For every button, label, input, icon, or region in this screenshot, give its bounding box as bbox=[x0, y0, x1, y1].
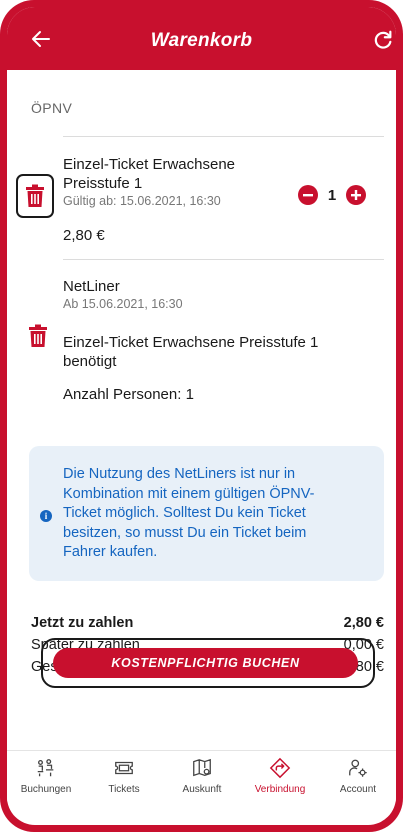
trash-icon bbox=[26, 184, 44, 207]
bookings-icon bbox=[37, 759, 54, 777]
page-title: Warenkorb bbox=[150, 30, 253, 51]
item1-price: 2,80 € bbox=[63, 227, 105, 244]
item2-date: Ab 15.06.2021, 16:30 bbox=[63, 297, 183, 311]
total-now-row: Jetzt zu zahlen 2,80 € bbox=[31, 615, 384, 637]
info-line: besitzen, so musst Du ein Ticket beim bbox=[63, 524, 307, 541]
info-line: Ticket möglich. Solltest Du kein Ticket bbox=[63, 505, 306, 521]
quantity-stepper: 1 bbox=[298, 185, 366, 205]
tab-buchungen[interactable]: Buchungen bbox=[7, 751, 85, 803]
app-header: Warenkorb bbox=[7, 7, 396, 70]
total-now-value: 2,80 € bbox=[343, 615, 384, 631]
total-now-label: Jetzt zu zahlen bbox=[31, 615, 134, 631]
refresh-icon[interactable] bbox=[372, 29, 394, 51]
info-line: Fahrer kaufen. bbox=[63, 544, 158, 560]
divider bbox=[63, 136, 384, 137]
delete-item2-trash-icon[interactable] bbox=[28, 324, 48, 348]
tab-tickets[interactable]: Tickets bbox=[85, 751, 163, 803]
tab-verbindung[interactable]: Verbindung bbox=[241, 751, 319, 803]
tab-label: Buchungen bbox=[20, 784, 72, 795]
account-icon bbox=[349, 759, 367, 777]
divider bbox=[63, 259, 384, 260]
tab-bar: Buchungen Tickets Auskunft Verbindung Ac… bbox=[7, 750, 396, 802]
tab-account[interactable]: Account bbox=[319, 751, 396, 803]
home-indicator bbox=[127, 820, 275, 824]
section-label: ÖPNV bbox=[31, 100, 73, 116]
info-line: Kombination mit einem gültigen ÖPNV- bbox=[63, 485, 315, 502]
info-line: Die Nutzung des NetLiners ist nur in bbox=[63, 466, 296, 482]
increase-quantity-button[interactable] bbox=[346, 185, 366, 205]
item1-title-line2: Preisstufe 1 bbox=[63, 175, 143, 192]
decrease-quantity-button[interactable] bbox=[298, 185, 318, 205]
minus-icon bbox=[303, 194, 313, 197]
ticket-icon bbox=[115, 761, 133, 775]
tab-label: Account bbox=[339, 784, 377, 795]
plus-icon bbox=[351, 190, 361, 200]
info-text: Die Nutzung des NetLiners ist nur in Kom… bbox=[63, 465, 373, 563]
delete-item1-button[interactable] bbox=[16, 174, 54, 218]
tab-label: Verbindung bbox=[254, 784, 306, 795]
screen: Warenkorb ÖPNV Einzel-Ticket Erwachsene … bbox=[7, 7, 396, 825]
book-button[interactable]: KOSTENPFLICHTIG BUCHEN bbox=[53, 648, 358, 678]
item1-valid-date: Gültig ab: 15.06.2021, 16:30 bbox=[63, 194, 221, 208]
item2-requirement-line1: Einzel-Ticket Erwachsene Preisstufe 1 bbox=[63, 334, 319, 351]
route-icon bbox=[269, 757, 291, 779]
tab-auskunft[interactable]: Auskunft bbox=[163, 751, 241, 803]
info-box: i Die Nutzung des NetLiners ist nur in K… bbox=[29, 446, 384, 581]
phone-frame: Warenkorb ÖPNV Einzel-Ticket Erwachsene … bbox=[0, 0, 403, 832]
tab-label: Tickets bbox=[108, 784, 140, 795]
item2-persons: Anzahl Personen: 1 bbox=[63, 386, 194, 403]
info-icon: i bbox=[40, 510, 52, 522]
map-icon bbox=[193, 758, 211, 777]
quantity-value: 1 bbox=[327, 186, 337, 204]
item1-title-line1: Einzel-Ticket Erwachsene bbox=[63, 156, 236, 173]
item2-requirement-line2: benötigt bbox=[63, 353, 117, 370]
tab-label: Auskunft bbox=[182, 784, 222, 795]
item2-title: NetLiner bbox=[63, 278, 120, 295]
